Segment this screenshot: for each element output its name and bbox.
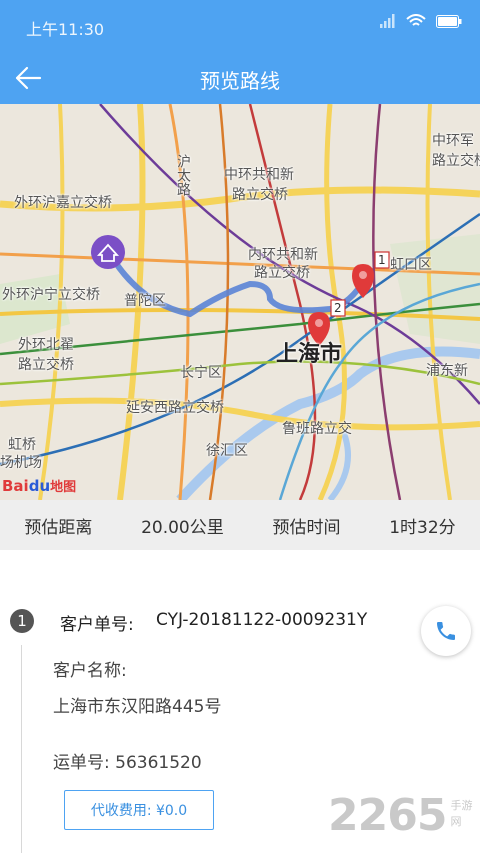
route-map[interactable]: 1 2 外环沪嘉立交桥 外环沪宁立交桥 外环北翟 路立交桥 普陀区 沪太路 中环… (0, 104, 480, 500)
status-bar: 上午11:30 (0, 0, 480, 52)
order-label: 客户单号: (60, 615, 134, 635)
nav-bar: 预览路线 (0, 52, 480, 104)
map-label: 外环沪嘉立交桥 (14, 195, 112, 211)
map-label: 延安西路立交桥 (126, 400, 224, 416)
marker-label-2: 2 (334, 301, 342, 315)
status-icons (380, 14, 462, 28)
phone-icon (437, 622, 455, 640)
time-value: 1时32分 (389, 517, 456, 538)
warehouse-pin-icon[interactable] (91, 235, 125, 269)
map-label: 路立交桥 (232, 187, 288, 203)
battery-icon (436, 14, 462, 28)
customer-address: 上海市东汉阳路445号 (53, 697, 222, 717)
map-label: 沪太路 (175, 154, 191, 196)
watermark-text: 手游网 (450, 799, 473, 828)
route-summary: 预估距离 20.00公里 预估时间 1时32分 (0, 500, 480, 550)
watermark-number: 2265 (328, 790, 447, 841)
signal-icon (380, 14, 395, 28)
map-label: 内环共和新 (248, 247, 318, 263)
step-badge: 1 (10, 609, 34, 633)
order-number: CYJ-20181122-0009231Y (156, 610, 368, 630)
customer-name-label: 客户名称: (53, 661, 127, 681)
map-label: 中环共和新 (224, 167, 294, 183)
map-label: 浦东新 (426, 363, 468, 379)
map-label: 路立交桥 (18, 357, 74, 373)
map-label: 长宁区 (180, 365, 222, 381)
map-label: 外环沪宁立交桥 (2, 287, 100, 303)
distance-label: 预估距离 (24, 517, 93, 538)
map-label: 中环军 (432, 133, 474, 149)
site-watermark: 2265 手游网 (328, 790, 480, 841)
map-label: 普陀区 (124, 293, 166, 309)
map-label: 场机场 (0, 455, 42, 471)
distance-value: 20.00公里 (141, 517, 224, 538)
map-label: 徐汇区 (206, 443, 248, 459)
waybill-number: 运单号: 56361520 (53, 753, 202, 773)
time-label: 预估时间 (272, 517, 341, 538)
status-time: 上午11:30 (26, 20, 105, 39)
map-label: 鲁班路立交 (282, 421, 352, 437)
timeline-line (21, 645, 22, 853)
map-label: 路立交桥 (254, 265, 310, 281)
baidu-map-logo: Baidu地图 (2, 477, 77, 495)
map-label: 虹口区 (390, 257, 432, 273)
map-label: 外环北翟 (18, 337, 74, 353)
map-label: 路立交桥 (432, 153, 480, 169)
wifi-icon (406, 14, 426, 26)
map-label: 上海市 (276, 342, 343, 367)
map-label: 虹桥 (8, 437, 36, 453)
collection-fee-button[interactable]: 代收费用: ¥0.0 (64, 790, 214, 830)
call-button[interactable] (421, 606, 471, 656)
page-title: 预览路线 (200, 69, 280, 93)
